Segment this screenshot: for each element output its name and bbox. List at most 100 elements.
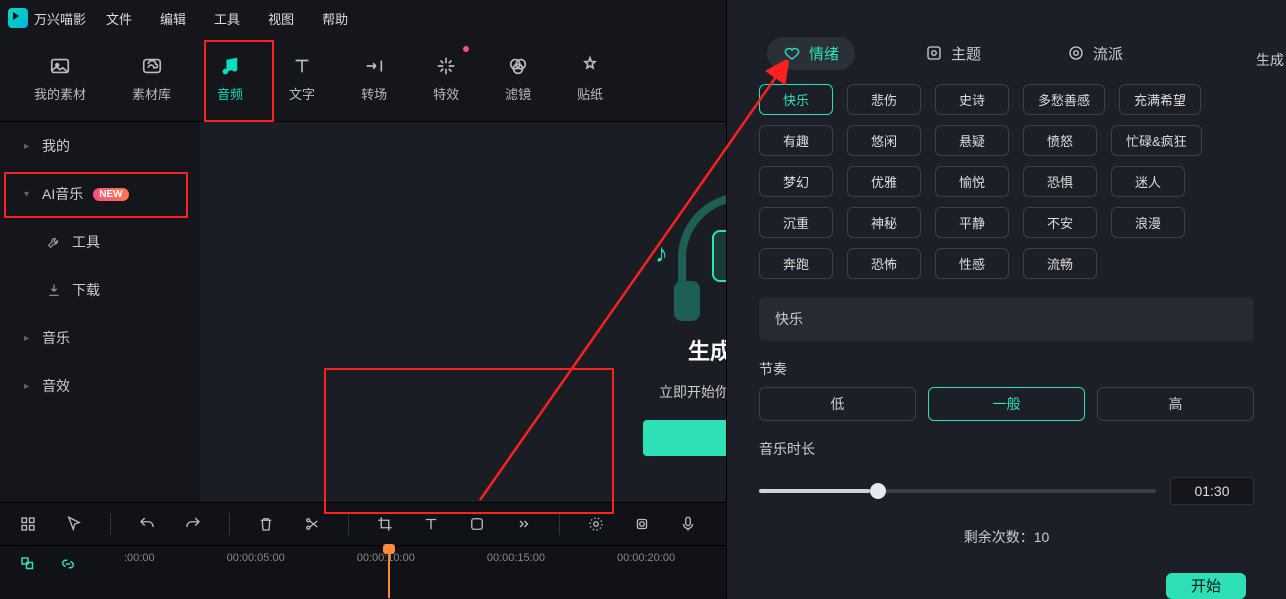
mic-icon[interactable] [678,514,698,534]
tab-text[interactable]: 文字 [285,46,319,111]
mood-tag[interactable]: 性感 [935,248,1009,279]
remaining-count: 剩余次数：10 [727,505,1286,555]
duration-value[interactable]: 01:30 [1170,477,1254,505]
tempo-options: 低 一般 高 [727,387,1286,421]
cursor-icon[interactable] [64,514,84,534]
mood-tag[interactable]: 迷人 [1111,166,1185,197]
tab-label: 文字 [289,84,315,103]
mood-tag[interactable]: 多愁善感 [1023,84,1105,115]
shape-icon[interactable] [467,514,487,534]
menu-view[interactable]: 视图 [268,9,294,28]
layers-icon[interactable] [18,554,38,574]
tab-filters[interactable]: 滤镜 [501,46,535,111]
tab-label: 转场 [361,84,387,103]
ai-music-panel: 情绪 主题 流派 快乐悲伤史诗多愁善感充满希望有趣悠闲悬疑愤怒忙碌&疯狂梦幻优雅… [726,0,1286,599]
mood-tag[interactable]: 神秘 [847,207,921,238]
text-tool-icon[interactable] [421,514,441,534]
mood-tag[interactable]: 悲伤 [847,84,921,115]
menu-tools[interactable]: 工具 [214,9,240,28]
tempo-low[interactable]: 低 [759,387,916,421]
tab-stickers[interactable]: 贴纸 [573,46,607,111]
tempo-label: 节奏 [727,341,1286,387]
split-icon[interactable] [302,514,322,534]
separator [110,513,111,535]
selected-tag-chip[interactable]: 快乐 [775,311,803,327]
tab-effects[interactable]: 特效 [429,46,463,111]
more-icon[interactable] [513,514,533,534]
tab-my-media[interactable]: 我的素材 [30,46,90,111]
separator [559,513,560,535]
mood-tag[interactable]: 充满希望 [1119,84,1201,115]
undo-icon[interactable] [137,514,157,534]
tab-stock[interactable]: 素材库 [128,46,175,111]
menu-file[interactable]: 文件 [106,9,132,28]
menu-help[interactable]: 帮助 [322,9,348,28]
redo-icon[interactable] [183,514,203,534]
tempo-high[interactable]: 高 [1097,387,1254,421]
tab-label: 特效 [433,84,459,103]
mood-tag[interactable]: 恐惧 [1023,166,1097,197]
mood-tag[interactable]: 悠闲 [847,125,921,156]
remaining-value: 10 [1034,529,1050,545]
grid-icon[interactable] [18,514,38,534]
sidebar-label: AI音乐 [42,184,83,204]
panel-tab-theme[interactable]: 主题 [909,37,997,70]
time-mark: :00:00 [124,552,155,564]
caret-icon: ▸ [24,333,32,344]
record-icon[interactable] [632,514,652,534]
sidebar-label: 下载 [72,280,100,300]
notification-dot [463,46,469,52]
playhead[interactable] [388,546,390,598]
sidebar-item-tools[interactable]: 工具 [0,218,200,266]
sidebar-label: 音乐 [42,328,70,348]
sidebar-item-music[interactable]: ▸ 音乐 [0,314,200,362]
tab-transition[interactable]: 转场 [357,46,391,111]
panel-start-button[interactable]: 开始 [1166,573,1246,599]
sidebar-item-ai-music[interactable]: ▾AI音乐NEW [0,170,200,218]
mood-tag[interactable]: 快乐 [759,84,833,115]
mood-tag[interactable]: 愤怒 [1023,125,1097,156]
mood-tag[interactable]: 优雅 [847,166,921,197]
sidebar-item-download[interactable]: 下载 [0,266,200,314]
sidebar-label: 工具 [72,232,100,252]
mood-tag[interactable]: 有趣 [759,125,833,156]
mood-tags: 快乐悲伤史诗多愁善感充满希望有趣悠闲悬疑愤怒忙碌&疯狂梦幻优雅愉悦恐惧迷人沉重神… [727,84,1286,279]
remaining-label: 剩余次数： [964,529,1034,545]
mood-tag[interactable]: 平静 [935,207,1009,238]
delete-icon[interactable] [256,514,276,534]
tab-label: 素材库 [132,84,171,103]
menu-edit[interactable]: 编辑 [160,9,186,28]
mood-tag[interactable]: 梦幻 [759,166,833,197]
mood-tag[interactable]: 流畅 [1023,248,1097,279]
mood-tag[interactable]: 愉悦 [935,166,1009,197]
mood-tag[interactable]: 浪漫 [1111,207,1185,238]
mood-tag[interactable]: 奔跑 [759,248,833,279]
panel-tab-mood[interactable]: 情绪 [767,37,855,70]
new-badge: NEW [93,188,128,201]
slider-knob[interactable] [870,483,886,499]
link-icon[interactable] [58,554,78,574]
duration-slider[interactable] [759,489,1156,493]
sidebar-item-sfx[interactable]: ▸音效 [0,362,200,410]
caret-icon: ▸ [24,141,32,152]
sticker-icon [578,54,602,78]
wrench-icon [46,234,62,250]
time-mark: 00:00:20:00 [617,552,675,564]
mood-tag[interactable]: 悬疑 [935,125,1009,156]
text-icon [290,54,314,78]
panel-tab-genre[interactable]: 流派 [1051,37,1139,70]
mood-tag[interactable]: 恐怖 [847,248,921,279]
tab-audio[interactable]: 音频 [213,46,247,111]
mood-tag[interactable]: 不安 [1023,207,1097,238]
cloud-icon [140,54,164,78]
mood-tag[interactable]: 史诗 [935,84,1009,115]
generate-strip[interactable]: 生成 [1254,46,1286,74]
timeline-left-controls [18,546,78,574]
time-mark: 00:00:05:00 [227,552,285,564]
crop-icon[interactable] [375,514,395,534]
sidebar-item-my[interactable]: ▸我的 [0,122,200,170]
mood-tag[interactable]: 忙碌&疯狂 [1111,125,1202,156]
mood-tag[interactable]: 沉重 [759,207,833,238]
marker-icon[interactable] [586,514,606,534]
tempo-mid[interactable]: 一般 [928,387,1085,421]
